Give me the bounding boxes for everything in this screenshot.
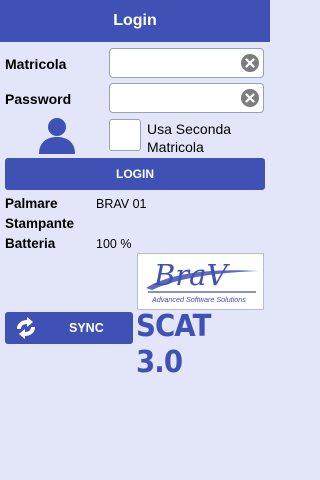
clear-icon[interactable] <box>241 54 259 72</box>
second-matricola-checkbox[interactable] <box>109 119 141 151</box>
matricola-input[interactable] <box>116 53 240 75</box>
svg-text:BraV: BraV <box>153 258 230 292</box>
sync-button-label: SYNC <box>69 321 104 335</box>
sync-button[interactable]: SYNC <box>5 312 133 344</box>
info-value-batteria: 100 % <box>96 237 132 251</box>
brav-logo: BraV Advanced Software Solutions <box>137 253 264 310</box>
info-label-palmare: Palmare <box>5 196 58 211</box>
info-label-stampante: Stampante <box>5 216 75 231</box>
info-value-palmare: BRAV 01 <box>96 197 147 211</box>
app-bar: Login <box>0 0 270 42</box>
user-avatar-icon <box>39 118 75 154</box>
login-button-label: LOGIN <box>116 167 154 181</box>
password-input[interactable] <box>116 88 240 110</box>
svg-text:Advanced Software Solutions: Advanced Software Solutions <box>151 295 246 304</box>
login-button[interactable]: LOGIN <box>5 158 265 190</box>
page-title: Login <box>113 12 157 29</box>
matricola-field[interactable] <box>109 48 264 78</box>
matricola-label: Matricola <box>5 56 67 72</box>
password-field[interactable] <box>109 83 264 113</box>
clear-icon[interactable] <box>241 89 259 107</box>
product-name: SCAT 3.0 <box>136 309 211 380</box>
sync-icon <box>17 317 35 339</box>
password-label: Password <box>5 91 72 107</box>
info-label-batteria: Batteria <box>5 236 56 251</box>
second-matricola-label[interactable]: Usa Seconda Matricola <box>147 120 267 156</box>
